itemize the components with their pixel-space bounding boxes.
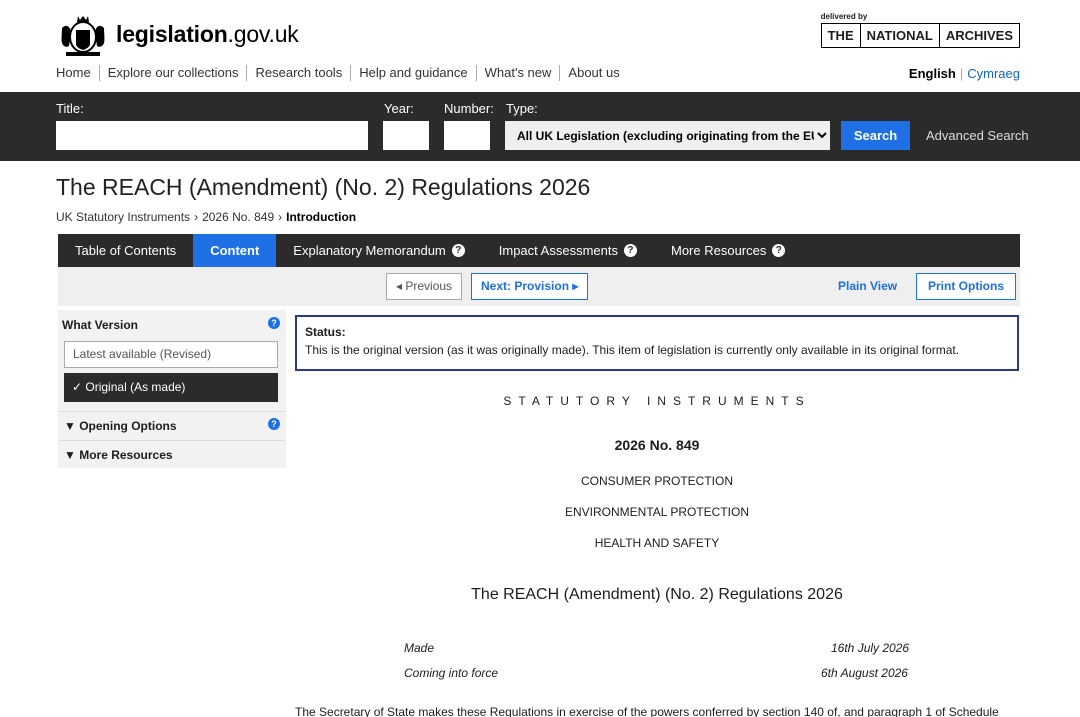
made-date: 16th July 2026 (831, 641, 910, 655)
help-icon[interactable]: ? (772, 244, 786, 257)
plain-view-link[interactable]: Plain View (838, 279, 897, 293)
page-title: The REACH (Amendment) (No. 2) Regulation… (56, 174, 591, 200)
document-toolbar: ◂ Previous Next: Provision ▸ Plain View … (58, 267, 1020, 306)
national-archives-logo[interactable]: delivered by THE NATIONAL ARCHIVES (820, 12, 1020, 48)
tna-word-national: NATIONAL (861, 24, 940, 47)
help-icon[interactable]: ? (268, 418, 280, 430)
right-arrow-icon: ▸ (569, 279, 579, 293)
previous-button[interactable]: ◂ Previous (386, 273, 463, 300)
breadcrumb-si[interactable]: UK Statutory Instruments (56, 210, 190, 224)
coming-into-force-label: Coming into force (404, 666, 499, 680)
title-input[interactable] (56, 121, 368, 150)
doc-subject: ENVIRONMENTAL PROTECTION (564, 505, 749, 519)
breadcrumb-current: Introduction (286, 210, 357, 224)
breadcrumb-number[interactable]: 2026 No. 849 (202, 210, 274, 224)
language-switcher: English | Cymraeg (908, 66, 1020, 81)
print-options-button[interactable]: Print Options (916, 273, 1016, 300)
number-label: Number: (444, 101, 494, 116)
help-icon[interactable]: ? (268, 317, 280, 329)
status-label: Status: (305, 325, 346, 339)
version-sidebar: What Version ? Latest available (Revised… (58, 310, 286, 468)
search-bar: Title: Year: Number: Type: All UK Legisl… (0, 92, 1080, 161)
more-resources-toggle[interactable]: ▼ More Resources (58, 440, 286, 469)
doc-number: 2026 No. 849 (614, 437, 700, 453)
type-label: Type: (506, 101, 538, 116)
doc-type: STATUTORY INSTRUMENTS (503, 394, 811, 408)
doc-subject: HEALTH AND SAFETY (594, 536, 720, 550)
nav-research-tools[interactable]: Research tools (246, 65, 350, 81)
number-input[interactable] (444, 121, 490, 150)
year-label: Year: (384, 101, 414, 116)
doc-subject: CONSUMER PROTECTION (580, 474, 733, 488)
nav-explore-collections[interactable]: Explore our collections (98, 65, 247, 81)
tab-explanatory-memorandum[interactable]: Explanatory Memorandum? (276, 234, 481, 267)
status-box: Status: This is the original version (as… (295, 315, 1019, 371)
nav-help-guidance[interactable]: Help and guidance (350, 65, 475, 81)
tab-impact-assessments[interactable]: Impact Assessments? (482, 234, 654, 267)
original-version-option[interactable]: ✓ Original (As made) (64, 373, 278, 402)
royal-crest-icon (61, 16, 105, 56)
help-icon[interactable]: ? (451, 244, 465, 257)
site-name: legislation.gov.uk (116, 20, 299, 47)
help-icon[interactable]: ? (623, 244, 637, 257)
what-version-heading: What Version (62, 318, 139, 332)
opening-options-toggle[interactable]: ▼ Opening Options (58, 411, 286, 440)
left-arrow-icon: ◂ (396, 279, 406, 293)
lang-english: English (908, 66, 956, 81)
top-navigation: Home Explore our collections Research to… (56, 65, 628, 81)
next-provision-button[interactable]: Next: Provision ▸ (471, 273, 589, 300)
delivered-by-label: delivered by (820, 12, 868, 21)
tna-word-the: THE (822, 24, 861, 47)
advanced-search-link[interactable]: Advanced Search (926, 128, 1029, 143)
search-button[interactable]: Search (841, 121, 910, 150)
preamble-text: The Secretary of State makes these Regul… (295, 705, 999, 717)
nav-home[interactable]: Home (56, 65, 99, 81)
nav-about-us[interactable]: About us (559, 65, 627, 81)
status-text: This is the original version (as it was … (305, 343, 960, 357)
year-input[interactable] (383, 121, 429, 150)
site-logo[interactable]: legislation.gov.uk (58, 10, 299, 58)
breadcrumb: UK Statutory Instruments › 2026 No. 849 › In… (56, 210, 357, 224)
type-select[interactable]: All UK Legislation (excluding originatin… (505, 121, 830, 150)
coming-into-force-date: 6th August 2026 (821, 666, 908, 680)
tab-content[interactable]: Content (193, 234, 277, 273)
content-tabs: Table of Contents Content Explanatory Me… (58, 234, 1020, 273)
made-label: Made (404, 641, 435, 655)
tna-word-archives: ARCHIVES (945, 28, 1013, 43)
latest-version-option[interactable]: Latest available (Revised) (64, 341, 278, 368)
doc-title: The REACH (Amendment) (No. 2) Regulation… (471, 586, 843, 603)
tab-table-of-contents[interactable]: Table of Contents (58, 234, 193, 267)
tab-more-resources[interactable]: More Resources? (654, 234, 802, 267)
title-label: Title: (56, 101, 84, 116)
lang-cymraeg[interactable]: Cymraeg (967, 66, 1020, 81)
nav-whats-new[interactable]: What's new (475, 65, 560, 81)
